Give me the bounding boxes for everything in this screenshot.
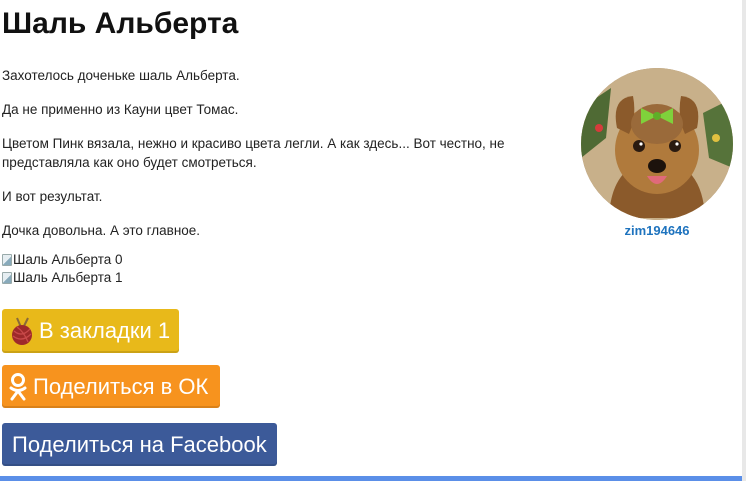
post-images: Шаль Альберта 0 Шаль Альберта 1	[2, 251, 123, 287]
bookmark-label: В закладки 1	[39, 318, 171, 343]
post-paragraph: Цветом Пинк вязала, нежно и красиво цвет…	[2, 136, 505, 170]
share-facebook-button[interactable]: Поделиться на Facebook	[2, 423, 277, 466]
page-scrollbar[interactable]	[742, 0, 746, 481]
bookmark-button[interactable]: В закладки 1	[2, 309, 179, 353]
post-paragraph: Дочка довольна. А это главное.	[2, 223, 201, 238]
post-paragraph: Да не применно из Кауни цвет Томас.	[2, 102, 239, 117]
image-alt-text: Шаль Альберта 0	[13, 252, 123, 267]
author-avatar[interactable]	[581, 68, 733, 220]
post-paragraph: И вот результат.	[2, 189, 103, 204]
share-facebook-label: Поделиться на Facebook	[12, 431, 267, 457]
page-title: Шаль Альберта	[2, 7, 239, 40]
bottom-accent-bar	[0, 476, 742, 481]
post-image-broken[interactable]: Шаль Альберта 1	[2, 269, 123, 287]
image-alt-text: Шаль Альберта 1	[13, 270, 123, 285]
yarn-ball-icon	[12, 317, 32, 345]
yorkshire-terrier-avatar-icon	[581, 68, 733, 220]
post-image-broken[interactable]: Шаль Альберта 0	[2, 251, 123, 269]
odnoklassniki-icon	[9, 372, 27, 400]
post-paragraph: Захотелось доченьке шаль Альберта.	[2, 68, 240, 83]
broken-image-icon	[2, 254, 12, 266]
share-ok-label: Поделиться в ОК	[33, 373, 209, 399]
broken-image-icon	[2, 272, 12, 284]
author-username-link[interactable]: zim194646	[581, 223, 733, 238]
share-ok-button[interactable]: Поделиться в ОК	[2, 365, 220, 408]
post-content: Захотелось доченьке шаль Альберта. Да не…	[2, 66, 562, 255]
